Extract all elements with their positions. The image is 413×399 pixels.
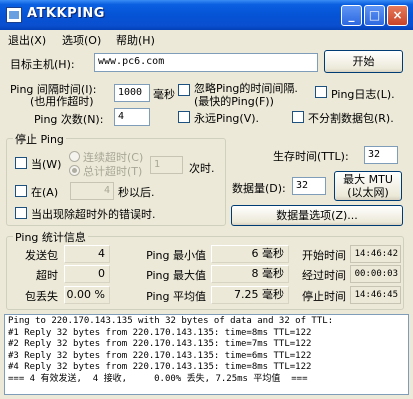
ttl-label: 生存时间(TTL):: [273, 150, 349, 163]
data-options-button[interactable]: 数据量选项(Z)...: [231, 205, 403, 226]
stat-time-label: 经过时间: [302, 269, 346, 282]
stat-ms-value: 6 毫秒: [211, 245, 289, 263]
stat-value: 0: [64, 265, 110, 283]
forever-ping-checkbox[interactable]: [178, 111, 190, 123]
app-window: ATKKPING _ □ × 退出(X) 选项(O) 帮助(H) 目标主机(H)…: [0, 0, 413, 399]
max-mtu-button[interactable]: 最大 MTU (以太网): [334, 171, 402, 201]
stat-ms-value: 7.25 毫秒: [211, 286, 289, 304]
output-line: #2 Reply 32 bytes from 220.170.143.135: …: [8, 339, 312, 349]
no-split-checkbox[interactable]: [292, 111, 304, 123]
stat-ms-value: 8 毫秒: [211, 265, 289, 283]
target-host-label: 目标主机(H):: [10, 58, 75, 71]
stop-on-error-checkbox[interactable]: [15, 207, 27, 219]
ping-count-label: Ping 次数(N):: [34, 113, 104, 126]
ping-count-input[interactable]: 4: [114, 108, 150, 126]
stop-when-checkbox[interactable]: [15, 157, 27, 169]
ping-log-label: Ping日志(L).: [331, 88, 395, 101]
stop-on-error-label: 当出现除超时外的错误时.: [31, 208, 156, 221]
minimize-button[interactable]: _: [341, 5, 362, 26]
ignore-interval-sublabel: (最快的Ping(F)): [194, 95, 274, 108]
window-title: ATKKPING: [27, 6, 105, 21]
stat-time-label: 停止时间: [302, 290, 346, 303]
total-timeout-label: 总计超时(T): [83, 165, 143, 178]
stop-at-checkbox[interactable]: [15, 185, 27, 197]
max-mtu-sublabel: (以太网): [347, 186, 389, 199]
ping-log-checkbox[interactable]: [315, 86, 327, 98]
interval-unit: 毫秒: [153, 88, 175, 101]
ping-output[interactable]: Ping to 220.170.143.135 with 32 bytes of…: [4, 314, 409, 395]
stat-label: 包丢失: [25, 290, 58, 303]
menu-options[interactable]: 选项(O): [62, 32, 101, 48]
data-size-input[interactable]: 32: [292, 177, 326, 195]
stat-time-value: 14:46:45: [350, 286, 401, 304]
consecutive-timeout-radio[interactable]: [69, 151, 80, 162]
stat-time-value: 14:46:42: [350, 245, 401, 263]
stop-at-label: 在(A): [31, 186, 59, 199]
menu-help[interactable]: 帮助(H): [116, 32, 155, 48]
interval-input[interactable]: 1000: [114, 84, 150, 102]
stat-label: 发送包: [25, 249, 58, 262]
output-line: Ping to 220.170.143.135 with 32 bytes of…: [8, 316, 334, 326]
max-mtu-label: 最大 MTU: [343, 173, 393, 186]
ttl-input[interactable]: 32: [364, 146, 398, 164]
times-label: 次时.: [189, 162, 215, 175]
target-host-input[interactable]: www.pc6.com: [94, 53, 318, 72]
menu-bar: 退出(X) 选项(O) 帮助(H): [0, 30, 413, 48]
forever-ping-label: 永远Ping(V).: [194, 112, 260, 125]
stop-at-seconds-value: 4: [103, 185, 110, 196]
output-line: === 4 有效发送, 4 接收, 0.00% 丢失, 7.25ms 平均值 =…: [8, 373, 308, 384]
stat-ms-label: Ping 平均值: [146, 290, 206, 303]
stop-ping-title: 停止 Ping: [13, 131, 66, 147]
close-button[interactable]: ×: [387, 5, 408, 26]
stop-when-label: 当(W): [31, 158, 62, 171]
interval-sublabel: (也用作超时): [30, 95, 94, 108]
seconds-after-label: 秒以后.: [118, 186, 155, 199]
stat-value: 0.00 %: [64, 286, 110, 304]
stat-value: 4: [64, 245, 110, 263]
stats-title: Ping 统计信息: [13, 229, 88, 245]
stat-ms-label: Ping 最大值: [146, 269, 206, 282]
menu-exit[interactable]: 退出(X): [8, 32, 46, 48]
stat-label: 超时: [36, 269, 58, 282]
data-size-label: 数据量(D):: [232, 182, 286, 195]
maximize-button[interactable]: □: [364, 5, 385, 26]
stat-time-value: 00:00:03: [350, 265, 401, 283]
stop-at-seconds-input[interactable]: 4: [70, 182, 114, 200]
app-icon: [6, 7, 22, 23]
ignore-interval-checkbox[interactable]: [178, 84, 190, 96]
stat-ms-label: Ping 最小值: [146, 249, 206, 262]
total-timeout-radio[interactable]: [69, 165, 80, 176]
output-line: #4 Reply 32 bytes from 220.170.143.135: …: [8, 362, 312, 372]
timeout-count-input[interactable]: 1: [150, 156, 183, 174]
no-split-label: 不分割数据包(R).: [308, 112, 394, 125]
title-bar[interactable]: ATKKPING _ □ ×: [0, 0, 413, 30]
output-line: #3 Reply 32 bytes from 220.170.143.135: …: [8, 350, 312, 361]
start-button[interactable]: 开始: [324, 50, 403, 73]
stat-time-label: 开始时间: [302, 249, 346, 262]
output-line: #1 Reply 32 bytes from 220.170.143.135: …: [8, 327, 312, 338]
